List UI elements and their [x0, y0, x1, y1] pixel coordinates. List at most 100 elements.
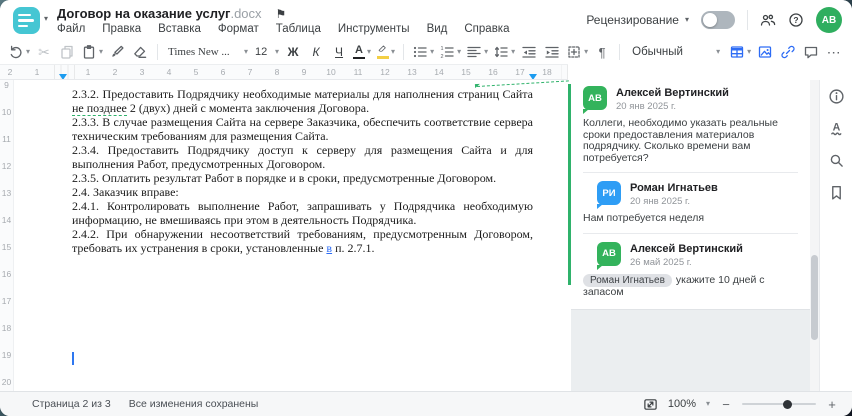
right-sidebar: А [819, 80, 852, 391]
document-text[interactable]: 2.3.2. Предоставить Подрядчику необходим… [72, 87, 533, 255]
undo-button[interactable]: ▾ [6, 41, 32, 63]
comment-connector-line [477, 80, 569, 87]
format-painter-button[interactable] [106, 41, 128, 63]
status-bar: Страница 2 из 3 Все изменения сохранены … [0, 391, 852, 416]
text-cursor [72, 352, 74, 365]
numbered-list-button[interactable]: 1 2 ▾ [437, 41, 463, 63]
scrollbar-track[interactable] [810, 80, 819, 391]
document-page[interactable]: 2.3.2. Предоставить Подрядчику необходим… [14, 80, 569, 391]
insert-table-button[interactable]: ▾ [727, 41, 753, 63]
increase-indent-button[interactable] [541, 41, 563, 63]
font-size-select[interactable]: 12 ▾ [253, 41, 281, 63]
document-title: Договор на оказание услуг [57, 6, 231, 21]
chevron-down-icon: ▾ [430, 47, 435, 56]
paragraph[interactable]: 2.4.1. Контролировать выполнение Работ, … [72, 199, 533, 227]
paragraph[interactable]: 2.3.5. Оплатить результат Работ в порядк… [72, 171, 533, 185]
spellcheck-icon[interactable]: А [828, 120, 845, 137]
italic-button[interactable]: К [305, 41, 327, 63]
fit-to-width-icon[interactable] [643, 397, 658, 412]
flag-icon[interactable]: ⚑ [276, 7, 287, 21]
paragraph[interactable]: 2.4. Заказчик вправе: [72, 185, 533, 199]
bookmark-icon[interactable] [828, 184, 845, 201]
comment-author-name: Роман Игнатьев [630, 182, 718, 194]
review-toggle[interactable] [701, 11, 735, 29]
show-formatting-marks-button[interactable]: ¶ [591, 41, 613, 63]
svg-text:А: А [832, 122, 840, 134]
search-icon[interactable] [828, 152, 845, 169]
collaborators-icon[interactable] [760, 12, 776, 28]
toolbar: ▾ ✂ ▾ Times New ... ▾ 12 ▾ Ж К Ч А ▾ ▾ ▾… [0, 40, 852, 64]
ruler-number: 13 [398, 65, 426, 79]
paste-button[interactable]: ▾ [79, 41, 105, 63]
menu-item[interactable]: Таблица [276, 23, 321, 35]
highlight-color-button[interactable]: ▾ [374, 41, 397, 63]
comment-date: 20 янв 2025 г. [630, 196, 691, 207]
ruler-number: 2 [101, 65, 129, 79]
menu-item[interactable]: Правка [102, 23, 141, 35]
help-icon[interactable]: ? [788, 12, 804, 28]
cut-button[interactable]: ✂ [33, 41, 55, 63]
menu-item[interactable]: Справка [464, 23, 509, 35]
header-divider [747, 10, 748, 30]
zoom-slider-knob[interactable] [782, 399, 792, 409]
comment-thread[interactable]: АВ Алексей Вертинский 20 янв 2025 г. Кол… [571, 80, 810, 310]
chevron-down-icon: ▾ [99, 47, 104, 56]
ruler-number: 11 [0, 125, 13, 152]
more-tools-button[interactable]: ⋯ [823, 41, 845, 63]
menu-item[interactable]: Вид [427, 23, 448, 35]
zoom-out-button[interactable]: − [720, 397, 732, 412]
font-color-button[interactable]: А ▾ [351, 41, 373, 63]
insert-image-button[interactable] [754, 41, 776, 63]
paragraph[interactable]: 2.3.2. Предоставить Подрядчику необходим… [72, 87, 533, 116]
paragraph[interactable]: 2.3.3. В случае размещения Сайта на серв… [72, 115, 533, 143]
comment-author-name: Алексей Вертинский [630, 242, 743, 255]
menu-item[interactable]: Формат [218, 23, 259, 35]
chevron-down-icon: ▾ [367, 47, 372, 56]
paragraph-borders-button[interactable]: ▾ [564, 41, 590, 63]
zoom-level[interactable]: 100% [668, 398, 696, 410]
scrollbar-thumb[interactable] [811, 255, 818, 340]
menu-item[interactable]: Файл [57, 23, 85, 35]
save-status: Все изменения сохранены [128, 398, 259, 410]
copy-button[interactable] [56, 41, 78, 63]
svg-text:?: ? [793, 15, 798, 25]
menu-item[interactable]: Инструменты [338, 23, 410, 35]
svg-text:1: 1 [441, 46, 444, 52]
header: ▾ Договор на оказание услуг .docx ⚑ Файл П… [0, 0, 852, 40]
ruler-spacer [568, 64, 852, 80]
ruler-number: 5 [182, 65, 210, 79]
user-avatar[interactable]: АВ [816, 7, 842, 33]
underline-button[interactable]: Ч [328, 41, 350, 63]
bullet-list-button[interactable]: ▾ [410, 41, 436, 63]
ruler-number: 10 [317, 65, 345, 79]
info-icon[interactable] [828, 88, 845, 105]
app-logo-icon[interactable] [13, 7, 40, 34]
paragraph[interactable]: 2.4.2. При обнаружении несоответствий тр… [72, 227, 533, 255]
align-button[interactable]: ▾ [464, 41, 490, 63]
chevron-down-icon[interactable]: ▾ [706, 400, 710, 408]
chevron-down-icon: ▾ [747, 47, 752, 56]
comment-reply[interactable]: АВ Алексей Вертинский 26 май 2025 г. Ром… [583, 241, 798, 299]
comment-text: Нам потребуется неделя [583, 212, 705, 224]
decrease-indent-button[interactable] [518, 41, 540, 63]
paragraph-style-select[interactable]: Обычный ▾ [626, 41, 726, 63]
review-mode-select[interactable]: Рецензирование ▾ [586, 13, 689, 27]
font-family-select[interactable]: Times New ... ▾ [164, 41, 252, 63]
comment-author-name: Алексей Вертинский [616, 87, 729, 99]
ruler-number: 2 [0, 65, 24, 79]
insert-link-button[interactable] [777, 41, 799, 63]
commented-text[interactable]: не позднее [72, 101, 127, 116]
clear-formatting-button[interactable] [129, 41, 151, 63]
ruler-number: 3 [128, 65, 156, 79]
bold-button[interactable]: Ж [282, 41, 304, 63]
zoom-in-button[interactable]: + [826, 397, 838, 412]
line-spacing-button[interactable]: ▾ [491, 41, 517, 63]
paragraph[interactable]: 2.3.4. Предоставить Подрядчику доступ к … [72, 143, 533, 171]
comment-reply[interactable]: РИ Роман Игнатьев 20 янв 2025 г. Нам пот… [583, 181, 798, 225]
logo-menu-caret-icon[interactable]: ▾ [44, 14, 48, 23]
insert-comment-button[interactable] [800, 41, 822, 63]
chevron-down-icon: ▾ [584, 47, 589, 56]
page-indicator[interactable]: Страница 2 из 3 [32, 398, 111, 410]
zoom-slider[interactable] [742, 399, 816, 409]
menu-item[interactable]: Вставка [158, 23, 201, 35]
